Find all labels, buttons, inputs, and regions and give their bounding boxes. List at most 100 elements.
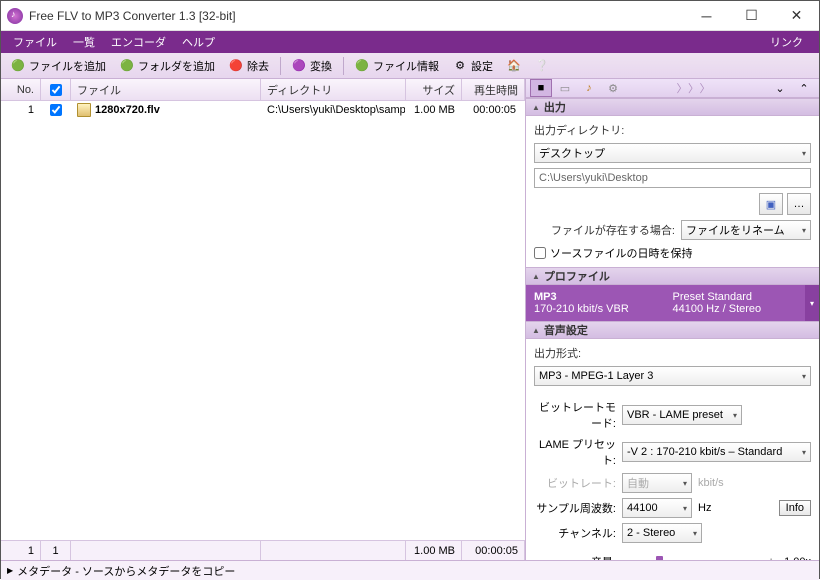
volume-value: 1.00x: [784, 556, 811, 560]
volume-plus[interactable]: +: [764, 556, 778, 560]
chevron-down-icon: ▾: [802, 372, 806, 381]
col-file[interactable]: ファイル: [71, 79, 261, 100]
remove-button[interactable]: 🔴除去: [223, 56, 275, 76]
menu-list[interactable]: 一覧: [65, 32, 103, 52]
app-icon: [7, 8, 23, 24]
doc-icon: ▭: [560, 82, 570, 95]
file-list-panel: No. ファイル ディレクトリ サイズ 再生時間 1 1280x720.flv …: [1, 79, 526, 560]
expand-arrows[interactable]: 〉〉〉: [626, 80, 767, 96]
ellipsis-icon: …: [794, 198, 805, 210]
more-button[interactable]: …: [787, 193, 811, 215]
tab-gear[interactable]: ⚙: [602, 79, 624, 97]
output-format-label: 出力形式:: [534, 345, 811, 361]
settings-button[interactable]: ⚙設定: [447, 56, 499, 76]
lame-preset-label: LAME プリセット:: [534, 436, 616, 468]
chevron-down-icon: ▾: [683, 504, 687, 513]
panel-chevron-up[interactable]: ⌃: [793, 79, 815, 97]
list-body[interactable]: 1 1280x720.flv C:\Users\yuki\Desktop\sam…: [1, 101, 525, 540]
chevron-down-icon: ▾: [693, 529, 697, 538]
channel-label: チャンネル:: [534, 525, 616, 541]
panel-chevron-down[interactable]: ⌄: [769, 79, 791, 97]
folder-open-icon: ▣: [766, 198, 776, 211]
file-exists-label: ファイルが存在する場合:: [534, 222, 675, 238]
col-dir[interactable]: ディレクトリ: [261, 79, 406, 100]
volume-minus[interactable]: −: [622, 556, 636, 560]
row-dir: C:\Users\yuki\Desktop\sample\...: [261, 104, 406, 116]
chevron-down-icon: ▾: [802, 149, 806, 158]
output-dir-label: 出力ディレクトリ:: [534, 122, 811, 138]
chevron-down-icon: ▾: [802, 448, 806, 457]
menu-help[interactable]: ヘルプ: [174, 32, 223, 52]
collapse-icon: ▲: [532, 272, 540, 281]
minimize-button[interactable]: ─: [684, 1, 729, 30]
output-path-field[interactable]: C:\Users\yuki\Desktop: [534, 168, 811, 188]
info-button[interactable]: Info: [779, 500, 811, 516]
help-button[interactable]: ❔: [529, 57, 555, 75]
convert-icon: 🟣: [292, 59, 306, 73]
row-duration: 00:00:05: [462, 104, 525, 116]
tab-folder[interactable]: ■: [530, 79, 552, 97]
file-icon: [77, 103, 91, 117]
chevron-down-icon: ▾: [733, 411, 737, 420]
home-icon: 🏠: [507, 59, 521, 73]
remove-icon: 🔴: [229, 59, 243, 73]
settings-panel: ■ ▭ ♪ ⚙ 〉〉〉 ⌄ ⌃ ▲出力 出力ディレクトリ: デスクトップ▾ C:…: [526, 79, 819, 560]
table-row[interactable]: 1 1280x720.flv C:\Users\yuki\Desktop\sam…: [1, 101, 525, 119]
home-button[interactable]: 🏠: [501, 57, 527, 75]
lame-preset-select[interactable]: -V 2 : 170-210 kbit/s – Standard▾: [622, 442, 811, 462]
select-all-checkbox[interactable]: [50, 84, 62, 96]
folder-icon: ■: [538, 82, 545, 94]
sample-rate-select[interactable]: 44100▾: [622, 498, 692, 518]
browse-folder-button[interactable]: ▣: [759, 193, 783, 215]
help-icon: ❔: [535, 59, 549, 73]
profile-dropdown-icon[interactable]: ▾: [805, 285, 819, 321]
menu-link[interactable]: リンク: [762, 32, 811, 52]
collapse-icon: ▲: [532, 326, 540, 335]
slider-thumb[interactable]: [656, 556, 663, 560]
channel-select[interactable]: 2 - Stereo▾: [622, 523, 702, 543]
tab-doc[interactable]: ▭: [554, 79, 576, 97]
toolbar: 🟢ファイルを追加 🟢フォルダを追加 🔴除去 🟣変換 🟢ファイル情報 ⚙設定 🏠 …: [1, 53, 819, 79]
tab-music[interactable]: ♪: [578, 79, 600, 97]
bitrate-select: 自動▾: [622, 473, 692, 493]
add-folder-icon: 🟢: [120, 59, 134, 73]
profile-section-header[interactable]: ▲プロファイル: [526, 267, 819, 285]
audio-section-header[interactable]: ▲音声設定: [526, 321, 819, 339]
col-check[interactable]: [41, 79, 71, 100]
bitrate-mode-label: ビットレートモード:: [534, 399, 616, 431]
bitrate-mode-select[interactable]: VBR - LAME preset▾: [622, 405, 742, 425]
sample-rate-label: サンプル周波数:: [534, 500, 616, 516]
row-no: 1: [1, 104, 41, 116]
preserve-timestamp-checkbox[interactable]: ソースファイルの日時を保持: [534, 245, 811, 261]
menu-file[interactable]: ファイル: [5, 32, 65, 52]
row-size: 1.00 MB: [406, 104, 462, 116]
titlebar: Free FLV to MP3 Converter 1.3 [32-bit] ─…: [1, 1, 819, 31]
col-no[interactable]: No.: [1, 79, 41, 100]
window-title: Free FLV to MP3 Converter 1.3 [32-bit]: [29, 9, 684, 23]
add-file-button[interactable]: 🟢ファイルを追加: [5, 56, 112, 76]
menubar: ファイル 一覧 エンコーダ ヘルプ リンク: [1, 31, 819, 53]
expand-icon[interactable]: ▶: [7, 566, 13, 575]
file-info-button[interactable]: 🟢ファイル情報: [349, 56, 445, 76]
file-exists-select[interactable]: ファイルをリネーム▾: [681, 220, 811, 240]
col-size[interactable]: サイズ: [406, 79, 462, 100]
close-button[interactable]: ✕: [774, 1, 819, 30]
gear-icon: ⚙: [608, 82, 618, 95]
profile-selector[interactable]: MP3170-210 kbit/s VBR Preset Standard441…: [526, 285, 819, 321]
col-duration[interactable]: 再生時間: [462, 79, 525, 100]
volume-label: 音量:: [534, 554, 616, 560]
bitrate-label: ビットレート:: [534, 475, 616, 491]
statusbar: ▶ メタデータ - ソースからメタデータをコピー: [1, 560, 819, 580]
menu-encoder[interactable]: エンコーダ: [103, 32, 174, 52]
music-icon: ♪: [586, 82, 592, 94]
maximize-button[interactable]: ☐: [729, 1, 774, 30]
convert-button[interactable]: 🟣変換: [286, 56, 338, 76]
row-checkbox[interactable]: [50, 104, 62, 116]
chevron-down-icon: ▾: [802, 226, 806, 235]
add-folder-button[interactable]: 🟢フォルダを追加: [114, 56, 221, 76]
status-text: メタデータ - ソースからメタデータをコピー: [17, 563, 235, 579]
output-format-select[interactable]: MP3 - MPEG-1 Layer 3▾: [534, 366, 811, 386]
output-dir-select[interactable]: デスクトップ▾: [534, 143, 811, 163]
right-toolbar: ■ ▭ ♪ ⚙ 〉〉〉 ⌄ ⌃: [526, 79, 819, 98]
output-section-header[interactable]: ▲出力: [526, 98, 819, 116]
